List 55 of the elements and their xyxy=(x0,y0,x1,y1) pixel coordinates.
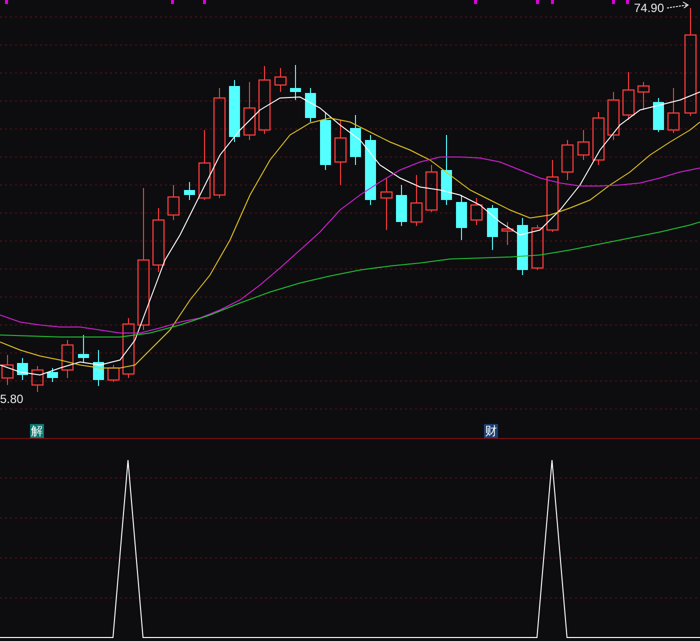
date-tick-mark xyxy=(612,0,615,4)
candlestick xyxy=(456,194,467,240)
candlestick xyxy=(107,364,120,382)
candlestick xyxy=(167,184,180,220)
candlestick xyxy=(365,134,376,206)
low-price-label: 5.80 xyxy=(0,392,24,406)
candlestick xyxy=(396,184,407,226)
date-tick-mark xyxy=(474,0,477,4)
candlestick xyxy=(487,204,498,250)
candlestick xyxy=(667,88,680,134)
candlestick xyxy=(17,358,28,380)
date-tick-mark xyxy=(5,0,8,4)
candlestick xyxy=(78,334,89,362)
candlestick xyxy=(380,178,393,230)
candlestick xyxy=(637,82,650,110)
candlestick xyxy=(198,130,211,200)
candlestick xyxy=(425,164,438,212)
candlestick xyxy=(152,208,165,272)
candlestick xyxy=(410,174,423,226)
signal-marker: 解 xyxy=(30,424,44,438)
date-tick-mark xyxy=(626,0,629,4)
candlestick xyxy=(290,64,301,100)
candlestick xyxy=(93,350,104,386)
candlestick xyxy=(258,66,271,134)
candlestick xyxy=(470,198,483,226)
candlestick xyxy=(622,72,635,120)
candlestick xyxy=(501,222,514,246)
candlestick xyxy=(274,68,287,92)
candlestick xyxy=(229,80,240,142)
candlestick xyxy=(441,134,452,206)
candlestick xyxy=(184,182,195,200)
date-tick-mark xyxy=(551,0,554,4)
candlestick xyxy=(653,98,664,132)
candlestick xyxy=(350,114,361,166)
high-price-label: 74.90 xyxy=(634,1,664,15)
candlestick xyxy=(305,88,316,122)
candlestick xyxy=(47,368,58,382)
date-tick-mark xyxy=(171,0,174,4)
leader-arrow xyxy=(666,2,689,8)
signal-marker: 财 xyxy=(484,424,498,438)
candlestick xyxy=(61,340,74,378)
candlestick xyxy=(531,224,544,270)
date-tick-mark xyxy=(203,0,206,4)
candlestick xyxy=(334,120,347,186)
candlestick xyxy=(1,354,14,386)
candlestick xyxy=(561,140,574,180)
candlestick xyxy=(122,318,135,378)
candlestick xyxy=(243,82,256,140)
candlestick xyxy=(31,366,44,392)
candlestick xyxy=(577,130,590,160)
candlestick xyxy=(592,112,605,166)
candlestick xyxy=(320,112,331,170)
candlestick xyxy=(607,92,620,140)
date-tick-mark xyxy=(536,0,539,4)
candlestick xyxy=(517,218,528,276)
